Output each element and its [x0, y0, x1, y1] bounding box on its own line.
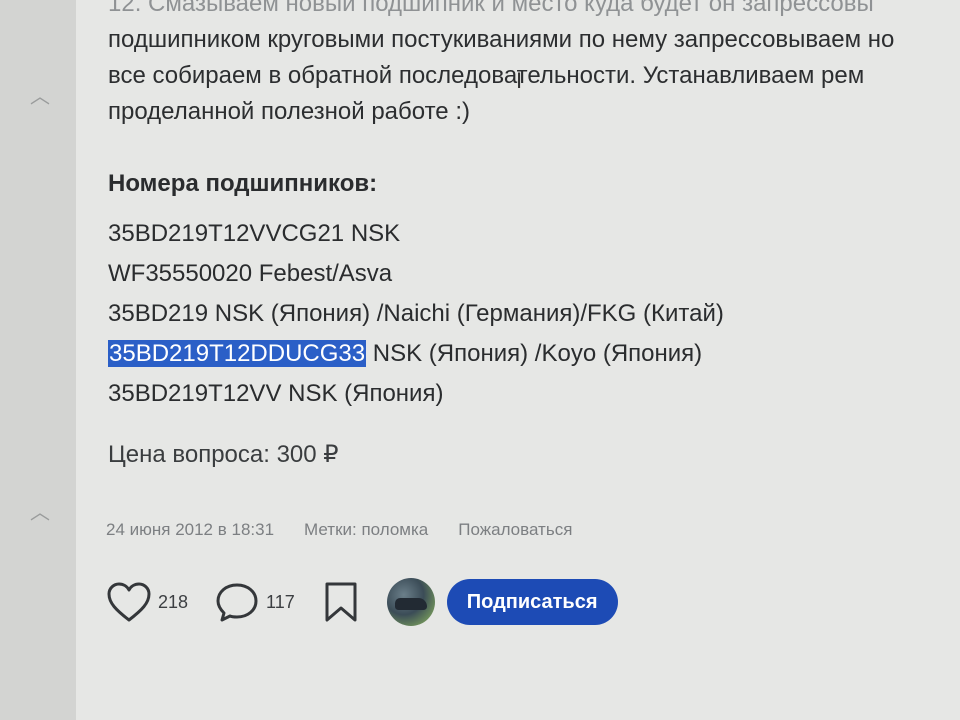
post-date: 24 июня 2012 в 18:31	[106, 520, 275, 539]
article-line: подшипником круговыми постукиваниями по …	[108, 26, 895, 53]
list-item: 35BD219T12VV NSK (Япония)	[108, 374, 724, 414]
article-paragraph: 12. Смазываем новый подшипник и место ку…	[108, 0, 960, 130]
text-cursor-icon: I	[516, 68, 523, 93]
like-button[interactable]: 218	[106, 581, 188, 623]
bearing-code: WF35550020 Febest/Asva	[108, 260, 393, 287]
bearing-code: 35BD219T12VV NSK (Япония)	[108, 380, 444, 407]
comment-icon	[214, 581, 260, 623]
article-content: 12. Смазываем новый подшипник и место ку…	[76, 0, 960, 720]
article-line: 12. Смазываем новый подшипник и место ку…	[108, 0, 874, 17]
chevron-up-icon[interactable]: ︿	[30, 503, 50, 523]
subscribe-button[interactable]: Подписаться	[446, 579, 618, 625]
bookmark-button[interactable]	[321, 580, 361, 624]
post-actions: 218 117 Подписаться	[106, 576, 618, 628]
list-item: 35BD219T12DDUCG33 NSK (Япония) /Koyo (Яп…	[108, 334, 724, 374]
article-line: проделанной полезной работе :)	[108, 98, 470, 125]
comment-count: 117	[266, 591, 295, 612]
tags-link[interactable]: Метки: поломка	[304, 520, 428, 540]
left-rail: ︿ ︿	[0, 0, 76, 720]
bookmark-icon	[321, 580, 361, 624]
list-item: 35BD219 NSK (Япония) /Naichi (Германия)/…	[108, 294, 724, 334]
selected-text[interactable]: 35BD219T12DDUCG33	[108, 340, 367, 367]
list-item: 35BD219T12VVCG21 NSK	[108, 214, 724, 254]
bearing-code: 35BD219T12VVCG21 NSK	[108, 220, 401, 247]
like-count: 218	[158, 591, 189, 612]
comment-button[interactable]: 117	[214, 581, 295, 623]
report-link[interactable]: Пожаловаться	[458, 520, 572, 540]
bearing-code-rest: NSK (Япония) /Koyo (Япония)	[366, 340, 703, 367]
author-avatar[interactable]	[386, 578, 435, 626]
heart-icon	[106, 581, 152, 623]
post-meta: 24 июня 2012 в 18:31 Метки: поломка Пожа…	[106, 520, 572, 540]
article-line: все собираем в обратной последовательнос…	[108, 62, 865, 89]
price-text: Цена вопроса: 300 ₽	[108, 441, 339, 468]
list-item: WF35550020 Febest/Asva	[108, 254, 724, 294]
bearing-list: 35BD219T12VVCG21 NSK WF35550020 Febest/A…	[108, 214, 724, 414]
bearing-code: 35BD219 NSK (Япония) /Naichi (Германия)/…	[108, 300, 724, 327]
chevron-up-icon[interactable]: ︿	[30, 87, 50, 107]
bearings-title: Номера подшипников:	[108, 170, 378, 197]
